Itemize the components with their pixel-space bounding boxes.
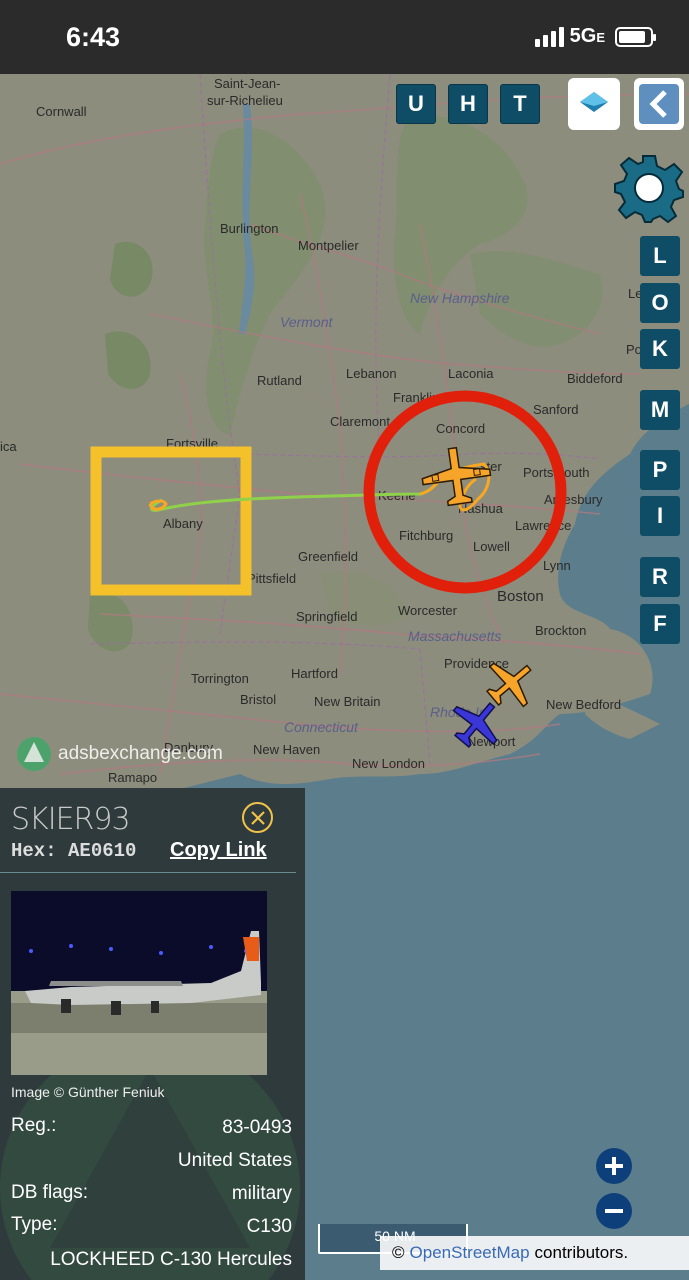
close-icon (250, 810, 265, 825)
aircraft-info-panel: SKIER93 Hex: AE0610 Copy Link Image © Gü… (0, 788, 305, 1280)
panel-divider (0, 872, 296, 873)
network-type: 5GE (569, 25, 605, 47)
zoom-out-button[interactable] (596, 1193, 632, 1229)
side-button-k[interactable]: K (640, 329, 680, 369)
side-button-o[interactable]: O (640, 283, 680, 323)
type-label: Type: (11, 1214, 58, 1235)
reg-label: Reg.: (11, 1115, 57, 1136)
plus-icon (605, 1157, 623, 1175)
callsign: SKIER93 (11, 802, 131, 837)
adsbexchange-watermark: adsbexchange.com (16, 736, 223, 772)
db-flags-label: DB flags: (11, 1182, 89, 1203)
side-button-i[interactable]: I (640, 496, 680, 536)
status-indicators: 5GE (534, 25, 656, 48)
status-time: 6:43 (66, 22, 121, 52)
zoom-in-button[interactable] (596, 1148, 632, 1184)
gear-icon (614, 155, 684, 224)
side-button-r[interactable]: R (640, 557, 680, 597)
side-button-p[interactable]: P (640, 450, 680, 490)
minus-icon (605, 1209, 623, 1213)
hex-code: Hex: AE0610 (11, 840, 137, 862)
map-attribution: © OpenStreetMap contributors. (380, 1236, 689, 1270)
aircraft-icon-blue (452, 702, 498, 748)
toolbar-button-h[interactable]: H (448, 84, 488, 124)
status-bar: 6:43 5GE (0, 0, 689, 74)
chevron-left-icon (639, 84, 679, 124)
layers-icon (580, 92, 608, 112)
battery-icon (615, 26, 656, 47)
aircraft-photo-image (11, 891, 267, 1075)
openstreetmap-link[interactable]: OpenStreetMap (410, 1243, 530, 1263)
collapse-sidebar-button[interactable] (634, 78, 684, 130)
flight-track-green (150, 476, 444, 512)
side-button-m[interactable]: M (640, 390, 680, 430)
side-button-l[interactable]: L (640, 236, 680, 276)
copy-link-button[interactable]: Copy Link (170, 839, 267, 862)
image-credit: Image © Günther Feniuk (11, 1084, 165, 1100)
toolbar-button-t[interactable]: T (500, 84, 540, 124)
db-flags-value: military (231, 1183, 292, 1204)
country-value: United States (177, 1150, 292, 1171)
toolbar-button-u[interactable]: U (396, 84, 436, 124)
highlight-box (90, 446, 252, 596)
settings-button[interactable] (613, 152, 685, 224)
adsbexchange-logo-icon (17, 737, 51, 771)
signal-icon (534, 26, 564, 47)
reg-value: 83-0493 (222, 1117, 292, 1138)
close-panel-button[interactable] (242, 802, 273, 833)
aircraft-photo[interactable] (11, 891, 267, 1075)
layers-button[interactable] (568, 78, 620, 130)
type-full-name: LOCKHEED C-130 Hercules (50, 1249, 292, 1270)
type-value: C130 (246, 1216, 292, 1237)
aircraft-icon-selected (421, 446, 492, 507)
side-button-f[interactable]: F (640, 604, 680, 644)
